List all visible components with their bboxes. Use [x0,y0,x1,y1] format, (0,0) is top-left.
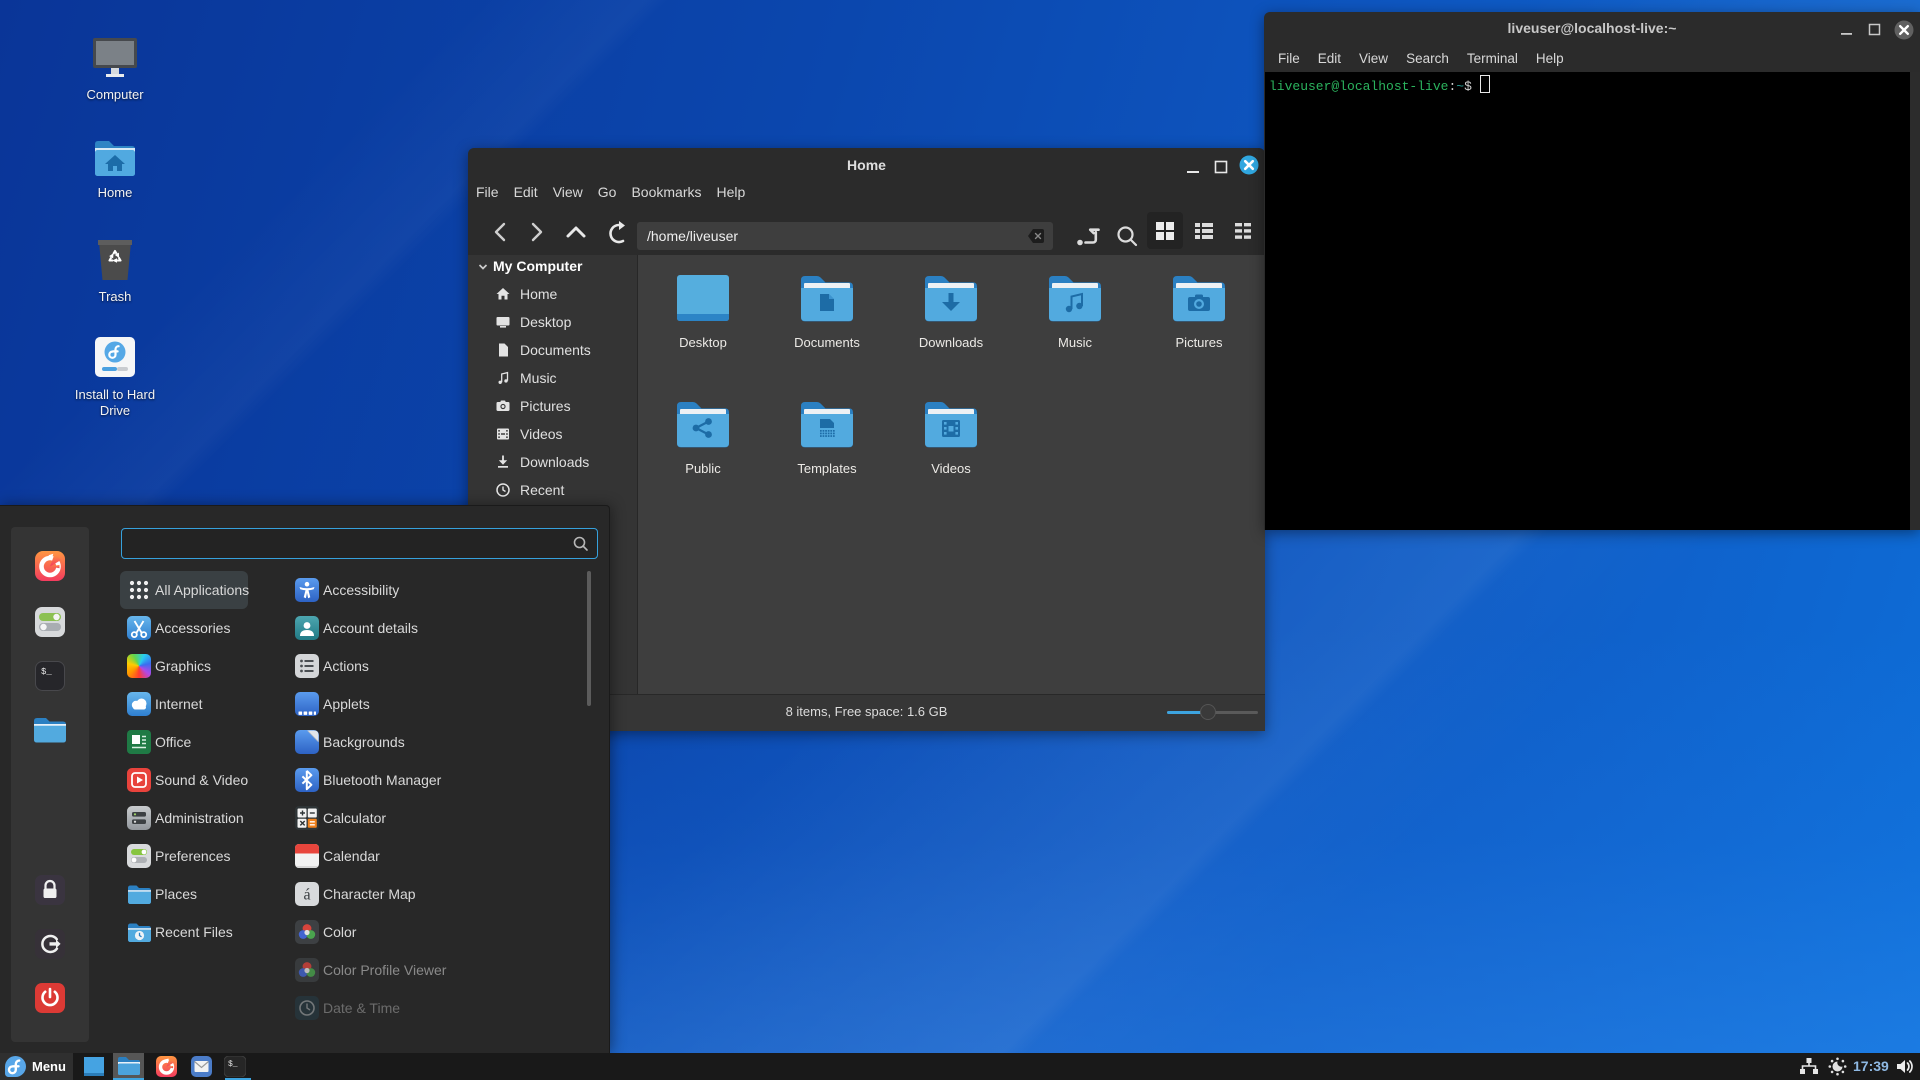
svg-text:$_: $_ [228,1060,238,1069]
svg-text:á: á [303,887,310,904]
svg-text:$_: $_ [41,667,52,677]
